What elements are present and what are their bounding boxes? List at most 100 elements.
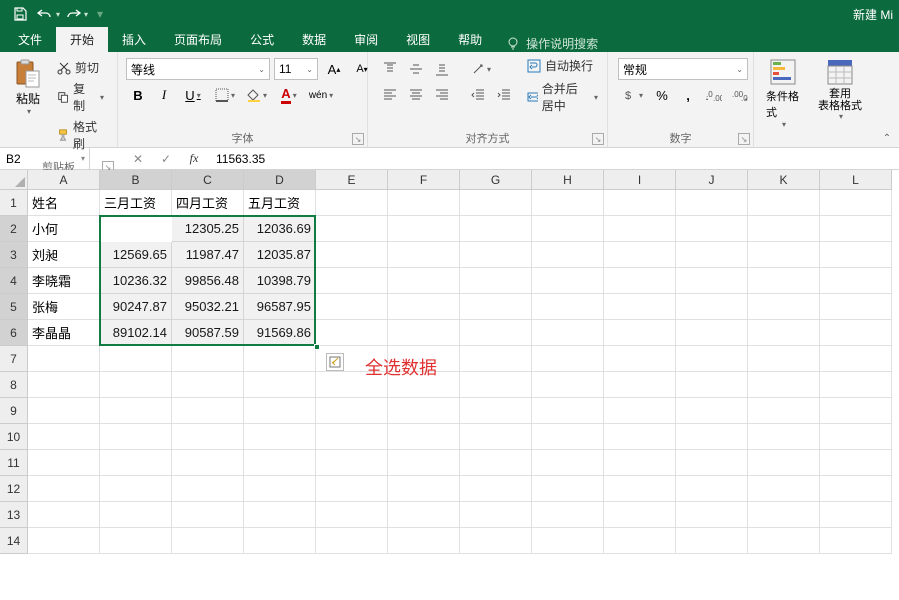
cell[interactable] [532,242,604,268]
row-header-11[interactable]: 11 [0,450,28,476]
cell[interactable] [676,294,748,320]
align-center-button[interactable] [404,84,428,106]
cell[interactable] [604,294,676,320]
cell[interactable]: 李晶晶 [28,320,100,346]
cell[interactable] [460,190,532,216]
font-dialog-launcher[interactable]: ↘ [352,133,364,145]
increase-decimal-button[interactable]: .0.00 [702,84,726,106]
cell[interactable] [460,216,532,242]
collapse-ribbon-button[interactable]: ⌃ [879,131,895,145]
cell[interactable] [604,476,676,502]
row-header-9[interactable]: 9 [0,398,28,424]
cell[interactable] [532,372,604,398]
cell[interactable] [316,242,388,268]
cell[interactable] [244,424,316,450]
bold-button[interactable]: B [126,84,150,106]
cell[interactable] [460,242,532,268]
align-left-button[interactable] [378,84,402,106]
cell[interactable] [316,476,388,502]
cell[interactable] [244,398,316,424]
cell[interactable] [460,398,532,424]
cell[interactable] [604,242,676,268]
cell[interactable] [676,372,748,398]
cell[interactable] [604,424,676,450]
wrap-text-button[interactable]: 自动换行 [524,56,601,75]
cell[interactable] [820,294,892,320]
cell[interactable] [316,268,388,294]
cell[interactable] [532,502,604,528]
row-header-13[interactable]: 13 [0,502,28,528]
cell[interactable] [244,476,316,502]
cell[interactable] [532,320,604,346]
col-header-H[interactable]: H [532,170,604,190]
cell[interactable] [388,294,460,320]
cell[interactable] [316,294,388,320]
cell[interactable] [100,372,172,398]
cell[interactable] [604,450,676,476]
cell[interactable] [172,346,244,372]
cell[interactable] [748,476,820,502]
cell[interactable] [820,502,892,528]
cell[interactable] [820,450,892,476]
undo-button[interactable]: ▾ [34,2,62,26]
row-header-3[interactable]: 3 [0,242,28,268]
cell[interactable] [316,190,388,216]
row-header-12[interactable]: 12 [0,476,28,502]
tell-me[interactable]: 操作说明搜索 [496,35,608,52]
cell[interactable] [676,190,748,216]
cell[interactable] [532,528,604,554]
phonetic-button[interactable]: wén▾ [306,84,336,106]
cell[interactable] [244,372,316,398]
col-header-D[interactable]: D [244,170,316,190]
cell[interactable] [460,450,532,476]
cell[interactable] [676,424,748,450]
cell[interactable]: 89102.14 [100,320,172,346]
merge-center-button[interactable]: 合并后居中▾ [524,79,601,115]
spreadsheet-grid[interactable]: ABCDEFGHIJKL 1234567891011121314 姓名三月工资四… [0,170,899,600]
cell[interactable] [748,268,820,294]
tab-data[interactable]: 数据 [288,27,340,52]
cell[interactable] [748,346,820,372]
cell[interactable] [388,216,460,242]
cell[interactable] [100,528,172,554]
percent-button[interactable]: % [650,84,674,106]
cell[interactable] [820,346,892,372]
cell[interactable] [388,424,460,450]
cell[interactable] [172,502,244,528]
cell[interactable] [748,398,820,424]
cell[interactable] [388,502,460,528]
accounting-format-button[interactable]: $▾ [618,84,648,106]
cell[interactable] [388,398,460,424]
cell[interactable] [748,320,820,346]
cell[interactable] [748,242,820,268]
copy-button[interactable]: 复制▾ [54,79,107,115]
cell[interactable] [28,424,100,450]
enter-formula-button[interactable]: ✓ [152,152,180,166]
comma-button[interactable]: , [676,84,700,106]
cell[interactable] [820,190,892,216]
number-dialog-launcher[interactable]: ↘ [738,133,750,145]
cell[interactable]: 11563.35 [100,216,172,242]
cell[interactable] [460,346,532,372]
column-headers[interactable]: ABCDEFGHIJKL [28,170,892,190]
cell[interactable]: 11987.47 [172,242,244,268]
font-color-button[interactable]: A▾ [274,84,304,106]
cell[interactable] [676,346,748,372]
col-header-J[interactable]: J [676,170,748,190]
decrease-indent-button[interactable] [466,84,490,106]
cell[interactable] [172,372,244,398]
col-header-B[interactable]: B [100,170,172,190]
conditional-formatting-button[interactable]: 条件格式▾ [760,54,806,131]
cell[interactable] [532,450,604,476]
cell[interactable] [820,268,892,294]
qat-customize[interactable]: ▾ [90,7,110,21]
col-header-L[interactable]: L [820,170,892,190]
cell[interactable] [460,502,532,528]
cell[interactable] [604,320,676,346]
cell[interactable]: 姓名 [28,190,100,216]
cell[interactable] [748,424,820,450]
row-headers[interactable]: 1234567891011121314 [0,190,28,554]
tab-help[interactable]: 帮助 [444,27,496,52]
cell[interactable] [100,346,172,372]
col-header-A[interactable]: A [28,170,100,190]
